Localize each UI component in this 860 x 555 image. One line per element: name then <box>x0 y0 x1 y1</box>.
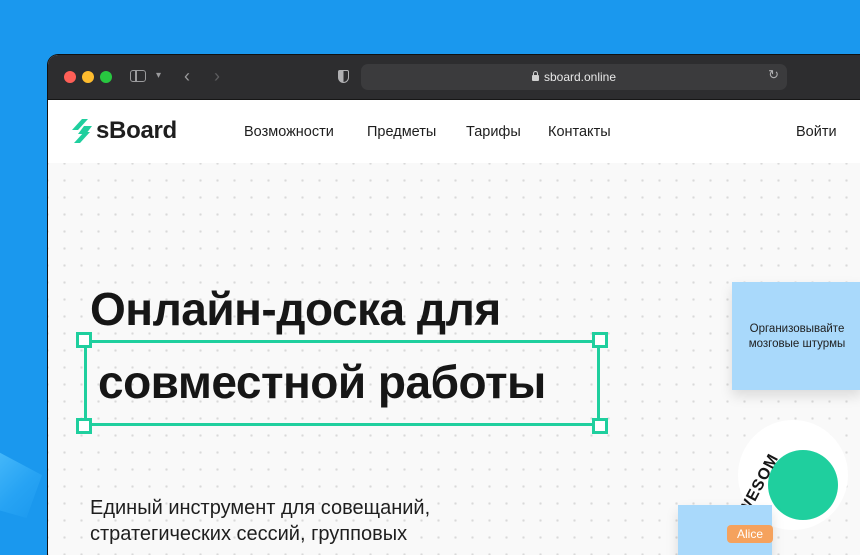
background-shape <box>0 452 42 518</box>
nav-link-pricing[interactable]: Тарифы <box>466 123 521 141</box>
sboard-logo-icon <box>72 119 92 143</box>
resize-handle-top-right[interactable] <box>592 332 608 348</box>
lock-icon <box>531 71 539 81</box>
hero-title-line-2: совместной работы <box>98 356 546 408</box>
sidebar-toggle-icon[interactable] <box>130 70 146 82</box>
address-bar[interactable]: sboard.online ↻ <box>361 64 787 90</box>
resize-handle-bottom-left[interactable] <box>76 418 92 434</box>
url-text: sboard.online <box>543 70 617 84</box>
hero-title-line-1: Онлайн-доска для <box>90 283 501 335</box>
sticky-note-line-1: Организовывайте <box>749 323 845 335</box>
login-link[interactable]: Войти <box>796 123 837 141</box>
resize-handle-bottom-right[interactable] <box>592 418 608 434</box>
resize-handle-top-left[interactable] <box>76 332 92 348</box>
web-page: sBoard Возможности Предметы Тарифы Конта… <box>48 100 860 555</box>
reload-icon[interactable]: ↻ <box>768 67 779 83</box>
hero-description-line-2: стратегических сессий, групповых <box>90 523 408 545</box>
nav-link-contacts[interactable]: Контакты <box>548 123 611 141</box>
site-nav: sBoard Возможности Предметы Тарифы Конта… <box>48 100 860 163</box>
cursor-label: Alice <box>727 525 774 543</box>
browser-window: ▾ ‹ › sboard.online ↻ sBoard Возможности… <box>48 55 860 555</box>
chevron-down-icon[interactable]: ▾ <box>156 66 161 86</box>
shield-icon[interactable] <box>338 70 349 83</box>
maximize-window-button[interactable] <box>100 71 112 83</box>
sticky-note-line-2: мозговые штурмы <box>748 338 846 350</box>
sticky-note[interactable]: Организовывайте мозговые штурмы <box>732 282 860 390</box>
minimize-window-button[interactable] <box>82 71 94 83</box>
logo-text: sBoard <box>96 117 177 144</box>
hero-description-line-1: Единый инструмент для совещаний, <box>90 497 431 519</box>
nav-link-subjects[interactable]: Предметы <box>367 123 436 141</box>
back-arrow-icon[interactable]: ‹ <box>184 66 190 86</box>
forward-arrow-icon[interactable]: › <box>214 66 220 86</box>
close-window-button[interactable] <box>64 71 76 83</box>
browser-titlebar: ▾ ‹ › sboard.online ↻ <box>48 55 860 100</box>
nav-link-features[interactable]: Возможности <box>244 123 334 141</box>
